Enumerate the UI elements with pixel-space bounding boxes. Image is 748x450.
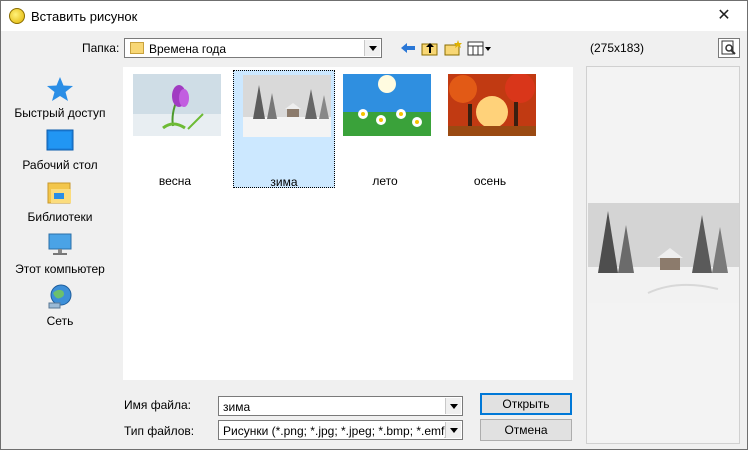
file-list[interactable]: весна зима лето осень xyxy=(123,67,573,380)
place-this-pc[interactable]: Этот компьютер xyxy=(6,228,114,278)
place-quick-access[interactable]: Быстрый доступ xyxy=(6,72,114,122)
preview-pane xyxy=(586,66,740,444)
cancel-button[interactable]: Отмена xyxy=(480,419,572,441)
view-menu-icon[interactable] xyxy=(466,38,494,58)
folder-value: Времена года xyxy=(149,42,227,56)
place-label: Быстрый доступ xyxy=(14,106,106,120)
place-desktop[interactable]: Рабочий стол xyxy=(6,124,114,174)
file-thumbnail xyxy=(133,74,221,136)
folder-label: Папка: xyxy=(82,41,120,55)
computer-icon xyxy=(48,233,72,255)
window-title: Вставить рисунок xyxy=(31,9,138,24)
file-name: весна xyxy=(158,174,192,188)
folder-icon xyxy=(130,42,144,54)
preview-toggle-button[interactable] xyxy=(718,38,740,58)
title-bar: Вставить рисунок ✕ xyxy=(1,1,747,31)
file-item-spring[interactable]: весна xyxy=(124,70,226,188)
filename-value: зима xyxy=(223,400,251,414)
magnifier-icon xyxy=(721,40,736,55)
file-thumbnail xyxy=(243,75,331,137)
new-folder-icon[interactable] xyxy=(443,38,463,58)
chevron-down-icon[interactable] xyxy=(364,40,380,56)
filename-input[interactable]: зима xyxy=(218,396,463,416)
chevron-down-icon[interactable] xyxy=(445,398,461,414)
file-thumbnail xyxy=(448,74,536,136)
place-network[interactable]: Сеть xyxy=(6,280,114,330)
file-item-autumn[interactable]: осень xyxy=(439,70,541,188)
chevron-down-icon[interactable] xyxy=(445,422,461,438)
place-label: Этот компьютер xyxy=(15,262,105,276)
app-icon xyxy=(9,8,25,24)
network-icon xyxy=(48,284,72,309)
filetype-value: Рисунки (*.png; *.jpg; *.jpeg; *.bmp; *.… xyxy=(223,424,449,438)
star-icon xyxy=(47,77,73,101)
folder-combobox[interactable]: Времена года xyxy=(124,38,382,58)
libraries-icon xyxy=(47,182,71,204)
place-label: Сеть xyxy=(46,314,74,328)
preview-size: (275x183) xyxy=(590,41,645,55)
back-arrow-icon[interactable] xyxy=(398,38,418,58)
file-name: осень xyxy=(473,174,507,188)
file-name: зима xyxy=(270,175,298,189)
place-libraries[interactable]: Библиотеки xyxy=(6,176,114,226)
desktop-icon xyxy=(46,129,74,151)
filetype-label: Тип файлов: xyxy=(124,424,195,438)
open-button[interactable]: Открыть xyxy=(480,393,572,415)
place-label: Рабочий стол xyxy=(22,158,98,172)
filetype-select[interactable]: Рисунки (*.png; *.jpg; *.jpeg; *.bmp; *.… xyxy=(218,420,463,440)
close-button[interactable]: ✕ xyxy=(701,1,747,31)
file-thumbnail xyxy=(343,74,431,136)
filename-label: Имя файла: xyxy=(124,398,191,412)
preview-image xyxy=(588,203,739,303)
place-label: Библиотеки xyxy=(27,210,93,224)
file-item-winter[interactable]: зима xyxy=(233,70,335,189)
up-folder-icon[interactable] xyxy=(420,38,440,58)
file-name: лето xyxy=(372,174,398,188)
file-item-summer[interactable]: лето xyxy=(334,70,436,188)
